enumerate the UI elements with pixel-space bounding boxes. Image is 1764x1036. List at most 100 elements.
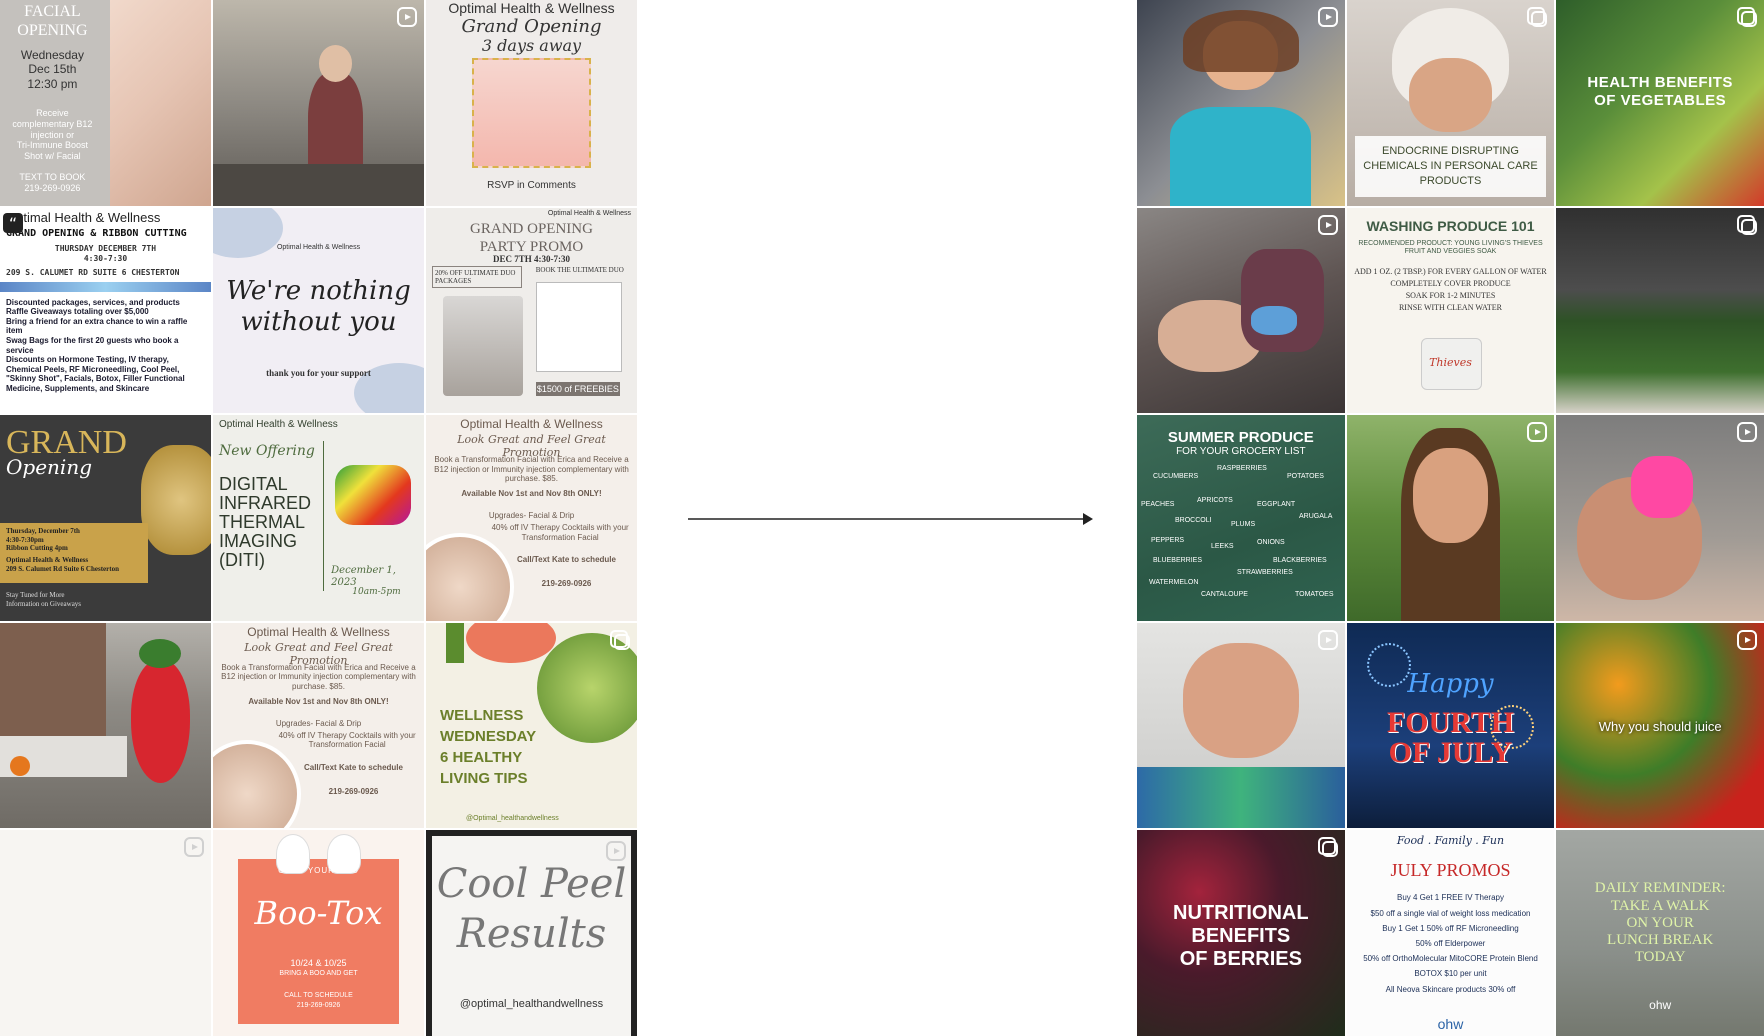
post-line: Optimal Health & Wellness — [6, 209, 161, 225]
post-line: THERMAL — [219, 511, 306, 532]
post-line: ADD 1 OZ. (2 TBSP.) FOR EVERY GALLON OF … — [1354, 266, 1547, 276]
post-july-promos[interactable]: Food . Family . Fun JULY PROMOS Buy 4 Ge… — [1346, 830, 1555, 1036]
post-line: Upgrades- Facial & Drip — [488, 511, 575, 521]
post-line: thank you for your support — [266, 367, 371, 378]
carousel-icon — [610, 629, 630, 650]
carousel-icon — [1737, 7, 1757, 27]
post-line: GRAND OPENING & RIBBON CUTTING — [6, 227, 187, 239]
post-line: STRAWBERRIES — [1237, 569, 1293, 577]
post-promo-2[interactable]: Optimal Health & Wellness Look Great and… — [213, 622, 424, 829]
post-ribbon-cutting[interactable]: Optimal Health & Wellness GRAND OPENING … — [0, 207, 211, 414]
post-line: DAILY REMINDER: — [1594, 880, 1726, 897]
post-line: Book a Transformation Facial with Erica … — [221, 662, 416, 691]
post-washing-produce[interactable]: WASHING PRODUCE 101 RECOMMENDED PRODUCT:… — [1346, 207, 1555, 414]
post-line: Why you should juice — [1598, 718, 1722, 734]
post-line: PLUMS — [1231, 521, 1256, 529]
post-endocrine[interactable]: ENDOCRINE DISRUPTING CHEMICALS IN PERSON… — [1346, 0, 1555, 206]
post-promo-1[interactable]: Optimal Health & Wellness Look Great and… — [426, 415, 637, 621]
post-line: Optimal Health & Wellness — [247, 624, 390, 639]
post-line: 219-269-0926 — [541, 579, 592, 589]
post-line: LUNCH BREAK — [1607, 932, 1714, 949]
post-line: BOOK THE ULTIMATE DUO — [535, 265, 624, 274]
post-line: Optimal Health & Wellness — [547, 209, 631, 217]
post-line: Information on Giveaways — [6, 599, 82, 608]
post-cucumbers[interactable] — [1556, 207, 1764, 414]
reel-icon — [184, 837, 204, 858]
post-line: IMAGING — [219, 530, 298, 551]
post-line: Discounts on Hormone Testing, IV therapy… — [6, 355, 185, 393]
post-line: 209 S. Calumet Rd Suite 6 Chesterton — [6, 564, 119, 573]
post-line: New Offering — [219, 443, 315, 460]
post-line: Call/Text Kate to schedule — [303, 762, 403, 772]
carousel-icon — [1527, 7, 1548, 27]
post-blank-reel[interactable] — [0, 830, 211, 1036]
post-line: Bring a friend for an extra chance to wi… — [6, 316, 188, 336]
post-strawberry-costume[interactable] — [0, 622, 211, 829]
post-line: DEC 7TH 4:30-7:30 — [493, 253, 570, 264]
post-line: 40% off IV Therapy Cocktails with your T… — [491, 523, 629, 542]
post-line: Buy 1 Get 1 50% off RF Microneedling — [1382, 923, 1519, 933]
post-line: We're nothing without you — [226, 275, 411, 337]
quote-icon: “ — [3, 212, 23, 233]
post-line: Optimal Health & Wellness — [219, 419, 338, 431]
post-line: DIGITAL — [219, 474, 288, 495]
post-boo-tox[interactable]: GRAB YOUR BOO Boo-Tox 10/24 & 10/25 BRIN… — [213, 830, 424, 1036]
post-grand-opening-3days[interactable]: Optimal Health & Wellness Grand Opening … — [426, 0, 637, 206]
post-line: WELLNESS — [440, 706, 524, 724]
post-line: ONIONS — [1257, 539, 1285, 547]
right-post-grid: ENDOCRINE DISRUPTING CHEMICALS IN PERSON… — [1137, 0, 1764, 1036]
post-line: 10/24 & 10/25 — [290, 958, 347, 969]
post-line: Receive — [36, 108, 69, 118]
post-line: All Neova Skincare products 30% off — [1385, 984, 1516, 994]
post-line: December 1, 2023 — [331, 565, 396, 589]
post-shop-photo[interactable] — [213, 0, 424, 206]
post-veg-benefits[interactable]: HEALTH BENEFITS OF VEGETABLES — [1556, 0, 1764, 206]
post-line: BRING A BOO AND GET — [279, 970, 358, 978]
post-wellness-wednesday[interactable]: WELLNESS WEDNESDAY 6 HEALTHY LIVING TIPS… — [426, 622, 637, 829]
post-line: 40% off IV Therapy Cocktails with your T… — [278, 730, 416, 750]
post-line: EGGPLANT — [1257, 501, 1296, 509]
post-brow-treatment[interactable] — [1556, 415, 1764, 621]
reel-icon — [1737, 629, 1757, 650]
post-line: RSVP in Comments — [487, 180, 576, 191]
post-woman-teal[interactable] — [1137, 0, 1345, 206]
post-line: SUMMER PRODUCE — [1167, 429, 1314, 447]
post-line: BENEFITS — [1191, 925, 1291, 948]
post-line: 219-269-0926 — [24, 182, 81, 193]
post-line: 50% off OrthoMolecular MitoCORE Protein … — [1363, 954, 1538, 964]
post-line: NUTRITIONAL — [1173, 902, 1309, 925]
post-line: GRAND OPENING — [470, 220, 593, 237]
post-line: WEDNESDAY — [440, 727, 537, 745]
post-line: JULY PROMOS — [1390, 860, 1511, 881]
reel-icon — [397, 7, 417, 27]
post-line: TODAY — [1634, 949, 1686, 966]
post-cool-peel[interactable]: Cool Peel Results @optimal_healthandwell… — [426, 830, 637, 1036]
arrow-right-icon — [688, 513, 1093, 525]
post-woman-outdoor[interactable] — [1346, 415, 1555, 621]
post-line: Thieves — [1429, 355, 1472, 369]
post-juice[interactable]: Why you should juice — [1556, 622, 1764, 829]
post-line: Call/Text Kate to schedule — [516, 555, 616, 565]
post-thermal-imaging[interactable]: Optimal Health & Wellness New Offering D… — [213, 415, 424, 621]
post-line: 4:30-7:30pm — [6, 535, 44, 544]
post-line: BOTOX $10 per unit — [1414, 969, 1487, 979]
post-woman-selfie[interactable] — [1137, 622, 1345, 829]
post-line: 10am-5pm — [352, 587, 401, 598]
post-grand-opening-gold[interactable]: GRAND Opening Thursday, December 7th 4:3… — [0, 415, 211, 621]
post-line: 3 days away — [481, 36, 582, 55]
post-line: @Optimal_healthandwellness — [466, 814, 559, 822]
post-facial-opening[interactable]: FACIAL OPENING Wednesday Dec 15th 12:30 … — [0, 0, 211, 206]
post-line: 219-269-0926 — [328, 786, 379, 796]
post-nothing-without-you[interactable]: Optimal Health & Wellness We're nothing … — [213, 207, 424, 414]
post-fourth-july[interactable]: Happy FOURTH OF JULY — [1346, 622, 1555, 829]
post-facial-treatment[interactable] — [1137, 207, 1345, 414]
post-berries[interactable]: NUTRITIONAL BENEFITS OF BERRIES — [1137, 830, 1345, 1036]
post-party-promo[interactable]: Optimal Health & Wellness GRAND OPENING … — [426, 207, 637, 414]
post-line: 20% OFF ULTIMATE DUO PACKAGES — [432, 265, 523, 289]
post-summer-produce[interactable]: SUMMER PRODUCE FOR YOUR GROCERY LIST CUC… — [1137, 415, 1345, 621]
post-walk-reminder[interactable]: DAILY REMINDER: TAKE A WALK ON YOUR LUNC… — [1556, 830, 1764, 1036]
post-line: Optimal Health & Wellness — [276, 243, 361, 251]
reel-icon — [1317, 629, 1338, 650]
post-line: Tri-Immune Boost — [16, 140, 88, 151]
carousel-icon — [1317, 837, 1338, 858]
